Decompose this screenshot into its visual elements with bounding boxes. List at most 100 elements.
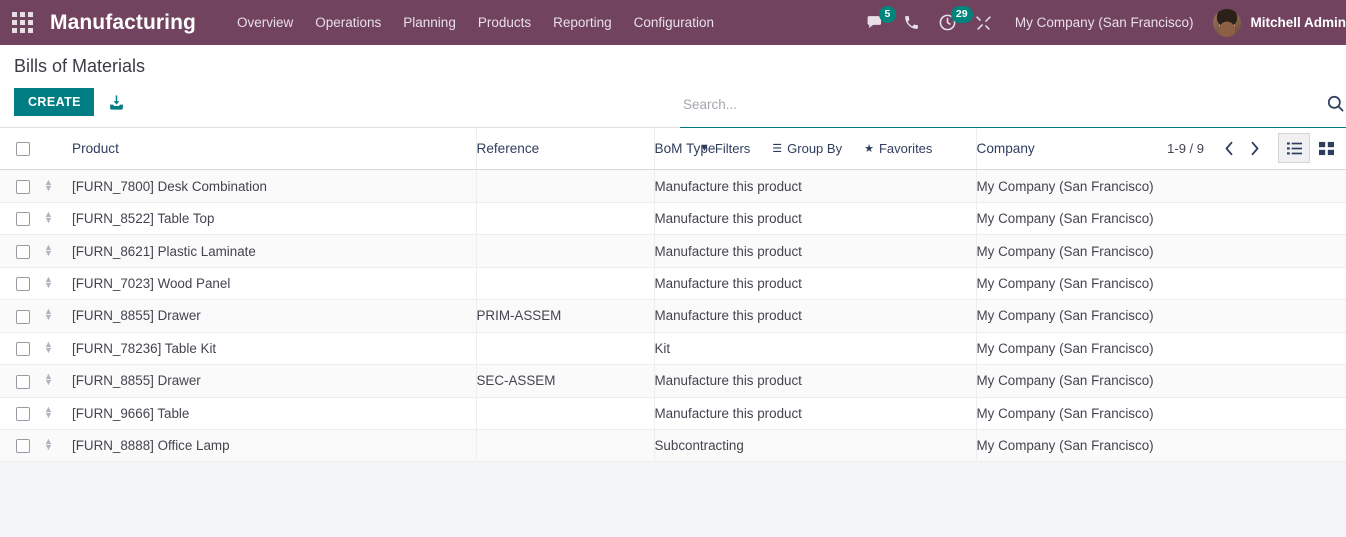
import-button[interactable] bbox=[108, 94, 125, 111]
row-checkbox[interactable] bbox=[16, 407, 30, 422]
drag-handle-icon[interactable]: ▲ ▼ bbox=[44, 177, 53, 192]
table-row[interactable]: ▲ ▼ [FURN_8855] Drawer PRIM-ASSEM Manufactur… bbox=[0, 299, 1346, 333]
page-title: Bills of Materials bbox=[14, 56, 146, 76]
row-checkbox[interactable] bbox=[16, 439, 30, 454]
table-row[interactable]: ▲ ▼ [FURN_7023] Wood Panel Manufacture this… bbox=[0, 267, 1346, 301]
table-row[interactable]: ▲ ▼ [FURN_9666] Table Manufacture this prod… bbox=[0, 397, 1346, 431]
row-handle-cell: ▲ ▼ bbox=[44, 332, 72, 366]
drag-handle-icon[interactable]: ▲ ▼ bbox=[44, 210, 53, 225]
top-navbar: Manufacturing Overview Operations Planni… bbox=[0, 0, 1346, 45]
app-brand-manufacturing[interactable]: Manufacturing bbox=[50, 11, 196, 35]
nav-item-overview[interactable]: Overview bbox=[226, 0, 304, 45]
cell-product: [FURN_8888] Office Lamp bbox=[72, 429, 476, 463]
create-button[interactable]: CREATE bbox=[14, 88, 94, 116]
cell-bom-type: Manufacture this product bbox=[653, 299, 976, 333]
search-input[interactable] bbox=[680, 95, 1346, 115]
search-icon bbox=[1327, 95, 1344, 112]
wrench-icon bbox=[975, 16, 991, 30]
page-background bbox=[0, 462, 1346, 537]
favorites-dropdown[interactable]: ★ Favorites bbox=[853, 141, 943, 156]
drag-handle-icon[interactable]: ▲ ▼ bbox=[44, 339, 53, 354]
row-checkbox[interactable] bbox=[16, 179, 30, 194]
nav-item-products[interactable]: Products bbox=[467, 0, 542, 45]
cell-company: My Company (San Francisco) bbox=[975, 169, 1346, 203]
nav-item-planning[interactable]: Planning bbox=[392, 0, 467, 45]
handle-header bbox=[44, 128, 72, 171]
row-checkbox[interactable] bbox=[16, 277, 30, 292]
cell-company: My Company (San Francisco) bbox=[975, 332, 1346, 366]
drag-handle-icon[interactable]: ▲ ▼ bbox=[44, 242, 53, 257]
drag-handle-icon[interactable]: ▲ ▼ bbox=[44, 437, 53, 452]
drag-handle-icon[interactable]: ▲ ▼ bbox=[44, 274, 53, 289]
select-all-checkbox[interactable] bbox=[16, 142, 30, 157]
drag-handle-icon[interactable]: ▲ ▼ bbox=[44, 307, 53, 322]
pager-previous-button[interactable] bbox=[1216, 139, 1242, 158]
list-view-button[interactable] bbox=[1278, 133, 1310, 163]
cell-bom-type: Subcontracting bbox=[653, 429, 976, 463]
drag-handle-icon[interactable]: ▲ ▼ bbox=[44, 404, 53, 419]
row-checkbox[interactable] bbox=[16, 212, 30, 227]
nav-item-operations[interactable]: Operations bbox=[304, 0, 392, 45]
user-name-label: Mitchell Admin bbox=[1250, 15, 1346, 30]
row-checkbox[interactable] bbox=[16, 244, 30, 259]
messages-menu[interactable]: 5 bbox=[857, 0, 896, 45]
nav-item-configuration[interactable]: Configuration bbox=[623, 0, 725, 45]
cell-product: [FURN_8522] Table Top bbox=[72, 202, 476, 236]
apps-grid-icon[interactable] bbox=[8, 8, 36, 38]
kanban-view-button[interactable] bbox=[1310, 133, 1342, 163]
chevron-right-icon bbox=[1251, 141, 1259, 155]
row-select-cell bbox=[0, 299, 44, 333]
filters-label: Filters bbox=[714, 140, 751, 156]
table-row[interactable]: ▲ ▼ [FURN_8888] Office Lamp Subcontracting M… bbox=[0, 429, 1346, 463]
table-row[interactable]: ▲ ▼ [FURN_8522] Table Top Manufacture this … bbox=[0, 202, 1346, 236]
drag-handle-icon[interactable]: ▲ ▼ bbox=[44, 372, 53, 387]
group-by-dropdown[interactable]: ☰ Group By bbox=[761, 141, 853, 156]
cell-reference bbox=[475, 397, 654, 431]
column-header-product[interactable]: Product bbox=[72, 128, 476, 171]
user-menu[interactable]: Mitchell Admin bbox=[1207, 8, 1346, 37]
bars-icon: ☰ bbox=[772, 142, 783, 155]
search-bar[interactable] bbox=[680, 95, 1346, 128]
cell-company: My Company (San Francisco) bbox=[975, 429, 1346, 463]
pager-next-button[interactable] bbox=[1242, 139, 1268, 158]
cell-product: [FURN_8855] Drawer bbox=[72, 299, 476, 333]
row-checkbox[interactable] bbox=[16, 374, 30, 389]
row-handle-cell: ▲ ▼ bbox=[44, 364, 72, 398]
table-row[interactable]: ▲ ▼ [FURN_7800] Desk Combination Manufactur… bbox=[0, 169, 1346, 203]
bom-list-view: Product Reference BoM Type Company ▲ ▼ [FU… bbox=[0, 128, 1346, 463]
column-header-reference[interactable]: Reference bbox=[475, 128, 654, 171]
cell-reference bbox=[475, 234, 654, 268]
table-row[interactable]: ▲ ▼ [FURN_78236] Table Kit Kit My Company (S… bbox=[0, 332, 1346, 366]
table-row[interactable]: ▲ ▼ [FURN_8621] Plastic Laminate Manufactur… bbox=[0, 234, 1346, 268]
cell-company: My Company (San Francisco) bbox=[975, 397, 1346, 431]
row-select-cell bbox=[0, 234, 44, 268]
company-switcher[interactable]: My Company (San Francisco) bbox=[1001, 15, 1208, 30]
cell-bom-type: Manufacture this product bbox=[653, 397, 976, 431]
cell-company: My Company (San Francisco) bbox=[975, 364, 1346, 398]
cell-product: [FURN_7023] Wood Panel bbox=[72, 267, 476, 301]
table-row[interactable]: ▲ ▼ [FURN_8855] Drawer SEC-ASSEM Manufacture… bbox=[0, 364, 1346, 398]
control-panel-buttons: CREATE bbox=[14, 88, 145, 116]
cell-reference bbox=[475, 332, 654, 366]
control-panel-right: ▼ Filters ☰ Group By ★ Favorites 1-9 / 9 bbox=[680, 45, 1346, 168]
cell-product: [FURN_9666] Table bbox=[72, 397, 476, 431]
row-handle-cell: ▲ ▼ bbox=[44, 267, 72, 301]
star-icon: ★ bbox=[864, 142, 874, 155]
search-icon-button[interactable] bbox=[1326, 94, 1345, 118]
cell-company: My Company (San Francisco) bbox=[975, 267, 1346, 301]
voip-phone-button[interactable] bbox=[894, 0, 929, 45]
row-checkbox[interactable] bbox=[16, 342, 30, 357]
filters-dropdown[interactable]: ▼ Filters bbox=[688, 141, 761, 156]
developer-tools-menu[interactable] bbox=[966, 0, 1001, 45]
favorites-label: Favorites bbox=[878, 140, 933, 156]
nav-item-reporting[interactable]: Reporting bbox=[542, 0, 623, 45]
row-checkbox[interactable] bbox=[16, 309, 30, 324]
chevron-left-icon bbox=[1225, 141, 1233, 155]
activities-menu[interactable]: 29 bbox=[929, 0, 973, 45]
row-select-cell bbox=[0, 169, 44, 203]
control-panel: Bills of Materials CREATE ▼ bbox=[0, 45, 1346, 163]
row-select-cell bbox=[0, 397, 44, 431]
table-body: ▲ ▼ [FURN_7800] Desk Combination Manufactur… bbox=[0, 169, 1346, 463]
cell-reference bbox=[475, 429, 654, 463]
kanban-view-icon bbox=[1318, 141, 1334, 155]
